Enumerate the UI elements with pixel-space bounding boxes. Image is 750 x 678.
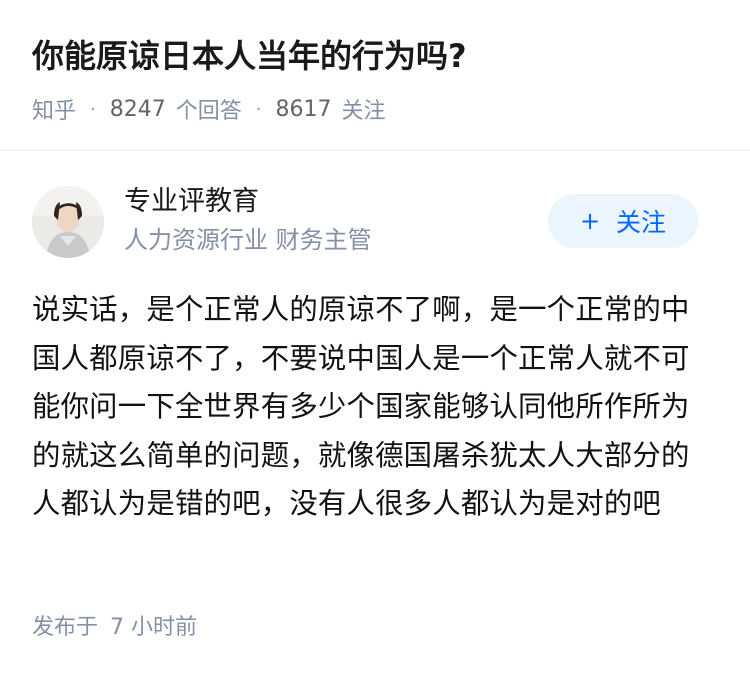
follower-count: 8617 bbox=[275, 96, 332, 122]
avatar-photo-icon bbox=[32, 186, 104, 258]
question-title[interactable]: 你能原谅日本人当年的行为吗? bbox=[32, 34, 467, 78]
author-row: 专业评教育 人力资源行业 财务主管 + 关注 bbox=[32, 184, 718, 260]
answer-content: 说实话，是个正常人的原谅不了啊，是一个正常的中国人都原谅不了，不要说中国人是一个… bbox=[32, 293, 690, 521]
question-header: 你能原谅日本人当年的行为吗? 知乎 · 8247 个回答 · 8617 关注 bbox=[0, 0, 750, 151]
follow-button[interactable]: + 关注 bbox=[548, 194, 698, 248]
answer-count-label: 个回答 bbox=[175, 99, 242, 124]
author-headline: 人力资源行业 财务主管 bbox=[124, 226, 372, 254]
source-label[interactable]: 知乎 bbox=[32, 93, 76, 125]
answer-count: 8247 bbox=[109, 96, 166, 122]
follower-count-label: 关注 bbox=[341, 99, 386, 124]
publish-time: 7 小时前 bbox=[110, 615, 198, 640]
publish-label: 发布于 bbox=[32, 615, 99, 640]
plus-icon: + bbox=[579, 207, 601, 235]
author-name[interactable]: 专业评教育 bbox=[124, 184, 259, 220]
avatar[interactable] bbox=[32, 186, 104, 258]
publish-info: 发布于 7 小时前 bbox=[32, 612, 197, 644]
dot-separator-icon: · bbox=[255, 98, 262, 120]
follow-button-label: 关注 bbox=[616, 208, 667, 237]
question-meta: 知乎 · 8247 个回答 · 8617 关注 bbox=[32, 92, 386, 126]
dot-separator-icon: · bbox=[90, 98, 96, 120]
